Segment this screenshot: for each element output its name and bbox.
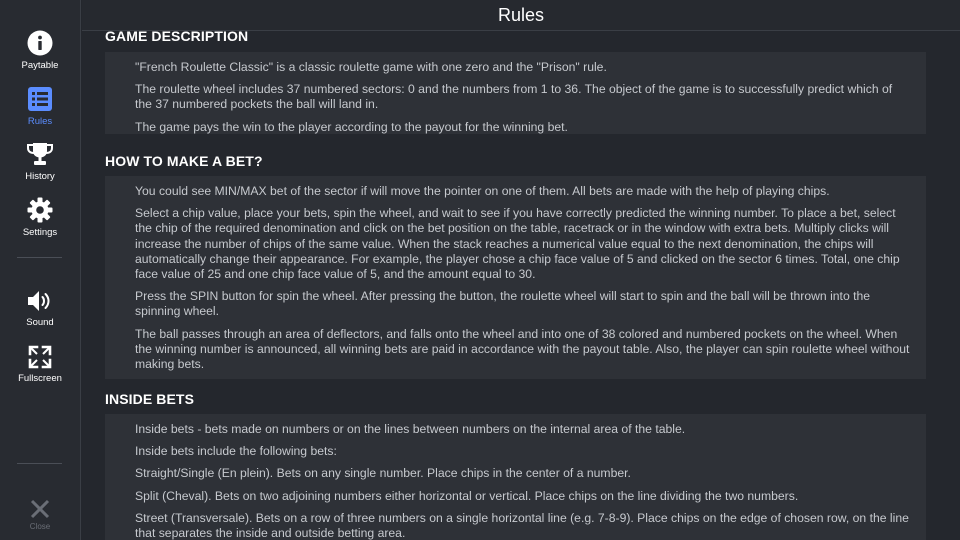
sidebar-divider: [17, 257, 62, 258]
sidebar-item-label: Settings: [22, 227, 58, 238]
fullscreen-icon: [28, 345, 52, 369]
paragraph: Split (Cheval). Bets on two adjoining nu…: [135, 488, 799, 503]
paragraph: Street (Transversale). Bets on a row of …: [135, 510, 909, 540]
sidebar-item-fullscreen[interactable]: Fullscreen: [0, 345, 80, 384]
paragraph: You could see MIN/MAX bet of the sector …: [135, 184, 830, 198]
page-title: Rules: [497, 5, 545, 25]
paragraph: Straight/Single (En plein). Bets on any …: [135, 466, 631, 481]
page-header: Rules: [82, 0, 960, 31]
paragraph: Press the SPIN button for spin the wheel…: [135, 289, 871, 319]
sidebar-item-label: Paytable: [21, 60, 59, 71]
rules-content[interactable]: GAME DESCRIPTION "French Roulette Classi…: [82, 31, 960, 540]
paragraph: Select a chip value, place your bets, sp…: [135, 206, 900, 282]
section-panel-game-description: "French Roulette Classic" is a classic r…: [105, 52, 926, 134]
gear-icon: [27, 197, 53, 223]
close-button[interactable]: Close: [0, 498, 80, 531]
sidebar-item-settings[interactable]: Settings: [0, 197, 80, 238]
paragraph: Inside bets - bets made on numbers or on…: [135, 422, 686, 436]
trophy-icon: [27, 143, 53, 165]
paragraph: "French Roulette Classic" is a classic r…: [135, 60, 607, 74]
speaker-icon: [28, 291, 50, 311]
sidebar-item-label: Rules: [27, 116, 53, 127]
sidebar-item-label: Fullscreen: [18, 373, 62, 384]
list-icon: [28, 87, 52, 111]
sidebar-item-sound[interactable]: Sound: [0, 289, 80, 328]
sidebar-divider: [17, 463, 62, 464]
sidebar-item-label: History: [25, 171, 55, 182]
sidebar-item-rules[interactable]: Rules: [0, 86, 80, 127]
paragraph: The roulette wheel includes 37 numbered …: [135, 82, 893, 112]
section-title-how-to-make-a-bet: HOW TO MAKE A BET?: [105, 153, 263, 169]
section-panel-how-to-make-a-bet: You could see MIN/MAX bet of the sector …: [105, 176, 926, 379]
sidebar-item-paytable[interactable]: Paytable: [0, 30, 80, 71]
sidebar-item-history[interactable]: History: [0, 142, 80, 182]
info-icon: [27, 30, 53, 56]
paragraph: The ball passes through an area of defle…: [135, 326, 910, 372]
paragraph: The game pays the win to the player acco…: [135, 119, 568, 134]
close-label: Close: [29, 522, 51, 531]
section-panel-inside-bets: Inside bets - bets made on numbers or on…: [105, 414, 926, 540]
sidebar: Paytable Rules History Settings Sound Fu…: [0, 0, 81, 540]
paragraph: Inside bets include the following bets:: [135, 444, 337, 459]
section-title-game-description: GAME DESCRIPTION: [105, 31, 249, 44]
close-icon: [30, 499, 50, 519]
section-title-inside-bets: INSIDE BETS: [105, 391, 195, 407]
sidebar-item-label: Sound: [26, 317, 54, 328]
